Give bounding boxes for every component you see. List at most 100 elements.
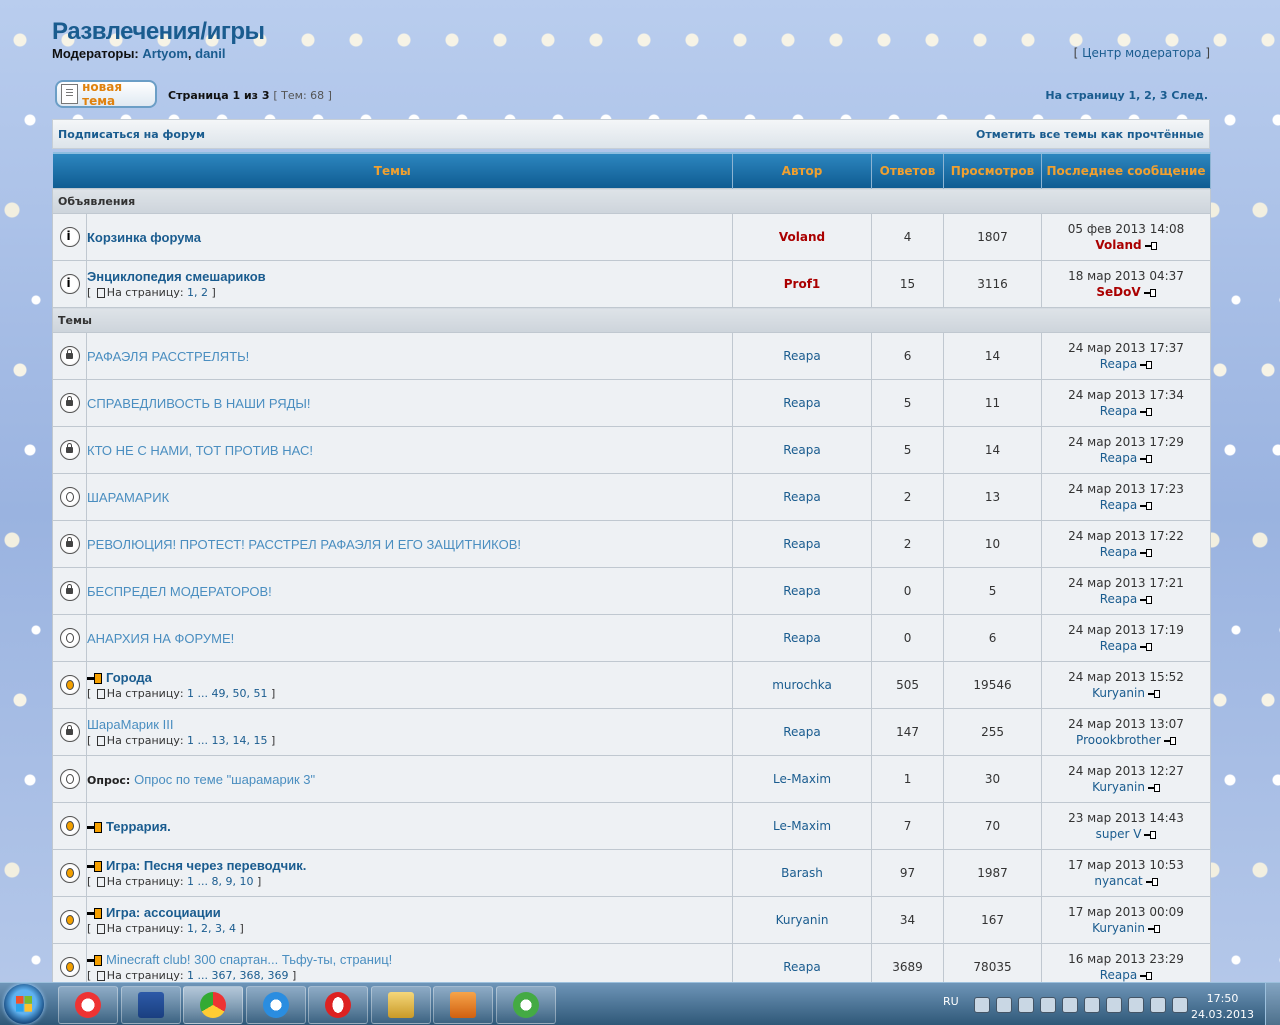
taskbar-app-button[interactable] xyxy=(245,986,306,1024)
topic-title-link[interactable]: Игра: ассоциации xyxy=(106,905,221,920)
goto-last-post-icon[interactable] xyxy=(1145,877,1158,887)
last-post-author[interactable]: Reapa xyxy=(1100,639,1138,653)
last-post-author[interactable]: SeDoV xyxy=(1096,285,1140,299)
taskbar-app-button[interactable] xyxy=(370,986,431,1024)
last-post-author[interactable]: nyancat xyxy=(1094,874,1142,888)
topic-title-link[interactable]: КТО НЕ С НАМИ, ТОТ ПРОТИВ НАС! xyxy=(87,443,313,458)
goto-last-post-icon[interactable] xyxy=(1147,689,1160,699)
topic-author-link[interactable]: Reapa xyxy=(783,537,821,551)
new-post-icon[interactable] xyxy=(87,908,103,919)
topic-author-link[interactable]: Kuryanin xyxy=(776,913,829,927)
last-post-author[interactable]: Reapa xyxy=(1100,451,1138,465)
language-indicator[interactable]: RU xyxy=(943,995,959,1008)
last-post-author[interactable]: super V xyxy=(1096,827,1142,841)
show-desktop-button[interactable] xyxy=(1265,983,1280,1025)
topic-title-link[interactable]: Энциклопедия смешариков xyxy=(87,269,266,284)
tray-icon[interactable] xyxy=(1084,997,1100,1013)
topic-author-link[interactable]: Barash xyxy=(781,866,823,880)
start-button[interactable] xyxy=(4,984,44,1024)
new-post-icon[interactable] xyxy=(87,861,103,872)
topic-author-link[interactable]: Le-Maxim xyxy=(773,819,831,833)
moderator-link[interactable]: Artyom xyxy=(142,46,188,61)
tray-icon[interactable] xyxy=(1062,997,1078,1013)
topic-page-links[interactable]: 1 ... 367, 368, 369 xyxy=(187,969,288,982)
topic-page-links[interactable]: 1 ... 49, 50, 51 xyxy=(187,687,267,700)
clock[interactable]: 17:50 24.03.2013 xyxy=(1191,991,1254,1023)
topic-author-link[interactable]: Prof1 xyxy=(784,277,821,291)
goto-last-post-icon[interactable] xyxy=(1140,548,1153,558)
goto-last-post-icon[interactable] xyxy=(1140,360,1153,370)
topic-author-link[interactable]: Reapa xyxy=(783,396,821,410)
topic-title-link[interactable]: Корзинка форума xyxy=(87,230,201,245)
topic-title-link[interactable]: Террария. xyxy=(106,819,171,834)
pagination-next[interactable]: След. xyxy=(1171,89,1208,102)
mark-read-link[interactable]: Отметить все темы как прочтённые xyxy=(976,128,1204,141)
goto-last-post-icon[interactable] xyxy=(1147,783,1160,793)
topic-title-link[interactable]: Minecraft club! 300 спартан... Тьфу-ты, … xyxy=(106,952,392,967)
new-post-icon[interactable] xyxy=(87,673,103,684)
pagination-page[interactable]: 2 xyxy=(1144,89,1152,102)
topic-author-link[interactable]: Reapa xyxy=(783,584,821,598)
taskbar-app-button[interactable] xyxy=(58,986,118,1024)
goto-last-post-icon[interactable] xyxy=(1143,288,1156,298)
last-post-author[interactable]: Kuryanin xyxy=(1092,921,1145,935)
topic-title-link[interactable]: Опрос по теме "шарамарик 3" xyxy=(134,772,315,787)
topic-title-link[interactable]: РЕВОЛЮЦИЯ! ПРОТЕСТ! РАССТРЕЛ РАФАЭЛЯ И Е… xyxy=(87,537,521,552)
new-topic-button[interactable]: новая тема xyxy=(55,80,157,108)
goto-last-post-icon[interactable] xyxy=(1140,642,1153,652)
last-post-author[interactable]: Voland xyxy=(1095,238,1141,252)
goto-last-post-icon[interactable] xyxy=(1140,971,1153,981)
topic-page-links[interactable]: 1, 2, 3, 4 xyxy=(187,922,236,935)
pagination-page[interactable]: 3 xyxy=(1160,89,1168,102)
taskbar-app-button[interactable] xyxy=(183,986,243,1024)
topic-title-link[interactable]: Города xyxy=(106,670,152,685)
new-post-icon[interactable] xyxy=(87,821,103,833)
goto-last-post-icon[interactable] xyxy=(1140,595,1153,605)
subscribe-link[interactable]: Подписаться на форум xyxy=(58,128,205,141)
last-post-author[interactable]: Reapa xyxy=(1100,968,1138,982)
goto-last-post-icon[interactable] xyxy=(1144,830,1157,840)
topic-title-link[interactable]: СПРАВЕДЛИВОСТЬ В НАШИ РЯДЫ! xyxy=(87,396,311,411)
tray-icon[interactable] xyxy=(1150,997,1166,1013)
tray-icon[interactable] xyxy=(1106,997,1122,1013)
topic-author-link[interactable]: Reapa xyxy=(783,960,821,974)
topic-author-link[interactable]: Reapa xyxy=(783,490,821,504)
forum-title[interactable]: Развлечения/игры xyxy=(52,18,265,46)
taskbar-app-button[interactable] xyxy=(495,986,556,1024)
taskbar-app-button[interactable] xyxy=(120,986,181,1024)
topic-author-link[interactable]: murochka xyxy=(772,678,832,692)
topic-title-link[interactable]: БЕСПРЕДЕЛ МОДЕРАТОРОВ! xyxy=(87,584,272,599)
topic-title-link[interactable]: РАФАЭЛЯ РАССТРЕЛЯТЬ! xyxy=(87,349,249,364)
topic-author-link[interactable]: Le-Maxim xyxy=(773,772,831,786)
pagination-page[interactable]: 1 xyxy=(1129,89,1137,102)
topic-author-link[interactable]: Reapa xyxy=(783,443,821,457)
topic-title-link[interactable]: Игра: Песня через переводчик. xyxy=(106,858,306,873)
goto-last-post-icon[interactable] xyxy=(1147,924,1160,934)
goto-last-post-icon[interactable] xyxy=(1144,241,1157,251)
topic-author-link[interactable]: Reapa xyxy=(783,631,821,645)
topic-author-link[interactable]: Reapa xyxy=(783,725,821,739)
last-post-author[interactable]: Reapa xyxy=(1100,592,1138,606)
moderator-link[interactable]: danil xyxy=(195,46,225,61)
last-post-author[interactable]: Reapa xyxy=(1100,545,1138,559)
tray-icon[interactable] xyxy=(1172,997,1188,1013)
last-post-author[interactable]: Reapa xyxy=(1100,498,1138,512)
taskbar-app-button[interactable] xyxy=(433,986,493,1024)
tray-icon[interactable] xyxy=(1018,997,1034,1013)
goto-last-post-icon[interactable] xyxy=(1140,501,1153,511)
last-post-author[interactable]: Proookbrother xyxy=(1076,733,1161,747)
topic-page-links[interactable]: 1, 2 xyxy=(187,286,208,299)
goto-last-post-icon[interactable] xyxy=(1140,407,1153,417)
topic-title-link[interactable]: ШАРАМАРИК xyxy=(87,490,169,505)
last-post-author[interactable]: Reapa xyxy=(1100,404,1138,418)
tray-icon[interactable] xyxy=(996,997,1012,1013)
tray-icon[interactable] xyxy=(974,997,990,1013)
topic-page-links[interactable]: 1 ... 13, 14, 15 xyxy=(187,734,267,747)
last-post-author[interactable]: Reapa xyxy=(1100,357,1138,371)
moderator-center-link[interactable]: [ Центр модератора ] xyxy=(1074,46,1210,60)
taskbar-app-button[interactable] xyxy=(308,986,368,1024)
last-post-author[interactable]: Kuryanin xyxy=(1092,686,1145,700)
topic-page-links[interactable]: 1 ... 8, 9, 10 xyxy=(187,875,253,888)
tray-icon[interactable] xyxy=(1040,997,1056,1013)
new-post-icon[interactable] xyxy=(87,955,103,966)
